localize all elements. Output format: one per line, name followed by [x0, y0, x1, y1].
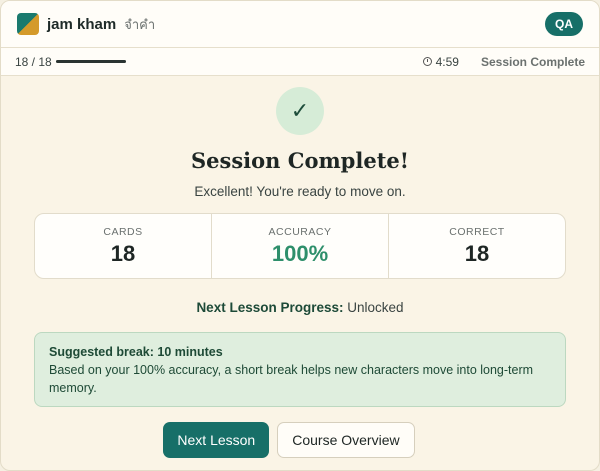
stat-cards: CARDS 18 [35, 214, 212, 278]
break-body: Based on your 100% accuracy, a short bre… [49, 363, 534, 395]
checkmark-icon: ✓ [276, 87, 324, 135]
page-subtitle: Excellent! You're ready to move on. [194, 184, 406, 199]
stat-label: CARDS [103, 225, 143, 238]
progress-count: 18 / 18 [15, 54, 52, 69]
clock-icon [422, 57, 432, 66]
action-buttons: Next Lesson Course Overview [1, 422, 599, 458]
app-logo [17, 13, 39, 35]
qa-badge[interactable]: QA [545, 12, 583, 36]
stat-label: ACCURACY [268, 225, 332, 238]
suggested-break-box: Suggested break: 10 minutes Based on you… [34, 332, 566, 407]
stat-value: 100% [271, 240, 329, 266]
next-lesson-progress: Next Lesson Progress: Unlocked [1, 300, 599, 315]
stat-value: 18 [464, 240, 490, 266]
next-progress-label: Next Lesson Progress: [196, 300, 344, 315]
status-bar: 18 / 18 4:59 Session Complete [1, 48, 599, 76]
progress-fill [55, 60, 126, 63]
app-window: jam kham จำคำ QA 18 / 18 4:59 Session Co… [0, 0, 600, 471]
course-overview-button[interactable]: Course Overview [277, 422, 415, 458]
stat-correct: CORRECT 18 [389, 214, 565, 278]
header: jam kham จำคำ QA [1, 1, 599, 48]
stat-accuracy: ACCURACY 100% [212, 214, 389, 278]
progress-bar [55, 60, 126, 63]
break-title: Suggested break: 10 minutes [49, 345, 223, 359]
page-title: Session Complete! [191, 148, 409, 173]
timer-value: 4:59 [435, 54, 459, 69]
stat-value: 18 [110, 240, 136, 266]
session-status: Session Complete [480, 54, 585, 69]
stats-panel: CARDS 18 ACCURACY 100% CORRECT 18 [34, 213, 566, 279]
next-progress-value: Unlocked [347, 300, 404, 315]
brand-name: jam kham [47, 15, 117, 33]
main-content: ✓ Session Complete! Excellent! You're re… [1, 76, 599, 458]
stat-label: CORRECT [449, 225, 505, 238]
next-lesson-button[interactable]: Next Lesson [163, 422, 270, 458]
brand-subtitle: จำคำ [124, 17, 156, 33]
timer: 4:59 [422, 54, 459, 69]
